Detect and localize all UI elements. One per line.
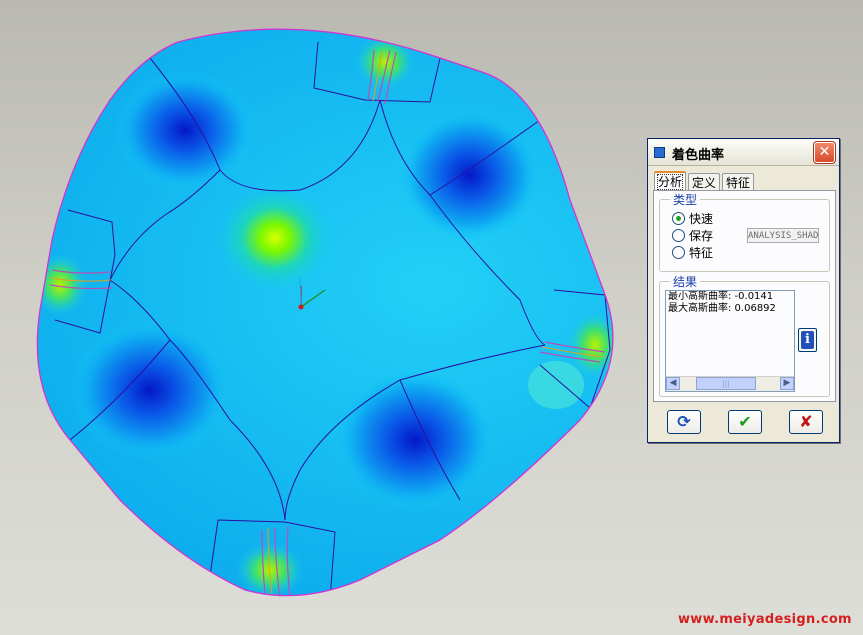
min-gaussian-curvature: 最小高斯曲率: -0.0141	[668, 291, 774, 302]
result-group-legend: 结果	[670, 273, 701, 290]
result-scrollbar[interactable]: ◀ ||| ▶	[666, 376, 794, 391]
ok-icon: ✔	[738, 412, 752, 431]
type-group-legend: 类型	[670, 191, 701, 208]
max-gaussian-curvature: 最大高斯曲率: 0.06892	[668, 303, 776, 314]
watermark: www.meiyadesign.com	[678, 612, 852, 627]
radio-save-label: 保存	[689, 229, 714, 243]
close-icon[interactable]: ✕	[813, 141, 836, 164]
radio-save[interactable]: 保存	[672, 228, 713, 244]
shaded-curvature-dialog: 着色曲率 ✕ 分析 定义 特征 类型 快速 保存 特征 ANALYSIS_SHA…	[647, 138, 840, 443]
dialog-tabs: 分析 定义 特征	[654, 171, 756, 193]
radio-save-button[interactable]	[672, 229, 685, 242]
dialog-icon	[654, 147, 665, 158]
ok-button[interactable]: ✔	[728, 410, 762, 434]
cancel-button[interactable]: ✘	[789, 410, 823, 434]
radio-feature-button[interactable]	[672, 246, 685, 259]
tab-feature-label: 特征	[726, 176, 751, 190]
analysis-name-field[interactable]: ANALYSIS_SHADED_1	[747, 228, 819, 243]
radio-feature[interactable]: 特征	[672, 245, 713, 261]
dialog-titlebar[interactable]: 着色曲率 ✕	[648, 139, 839, 166]
result-textbox[interactable]: 最小高斯曲率: -0.0141 最大高斯曲率: 0.06892 ◀ ||| ▶	[665, 290, 795, 392]
tab-panel: 类型 快速 保存 特征 ANALYSIS_SHADED_1 结果 最小高斯曲率:…	[653, 190, 836, 402]
tab-analysis-label: 分析	[656, 174, 684, 190]
info-button[interactable]: i	[798, 328, 817, 352]
radio-quick-label: 快速	[689, 212, 714, 226]
scroll-thumb[interactable]: |||	[696, 377, 756, 390]
scroll-left-icon[interactable]: ◀	[666, 377, 680, 390]
repaint-icon: ⟳	[677, 412, 691, 431]
dialog-title: 着色曲率	[672, 148, 725, 163]
info-icon: i	[801, 331, 814, 349]
scroll-right-icon[interactable]: ▶	[780, 377, 794, 390]
cancel-icon: ✘	[799, 412, 813, 431]
radio-quick-button[interactable]	[672, 212, 685, 225]
tab-definition-label: 定义	[692, 176, 717, 190]
repaint-button[interactable]: ⟳	[667, 410, 701, 434]
radio-feature-label: 特征	[689, 246, 714, 260]
radio-quick[interactable]: 快速	[672, 211, 713, 227]
